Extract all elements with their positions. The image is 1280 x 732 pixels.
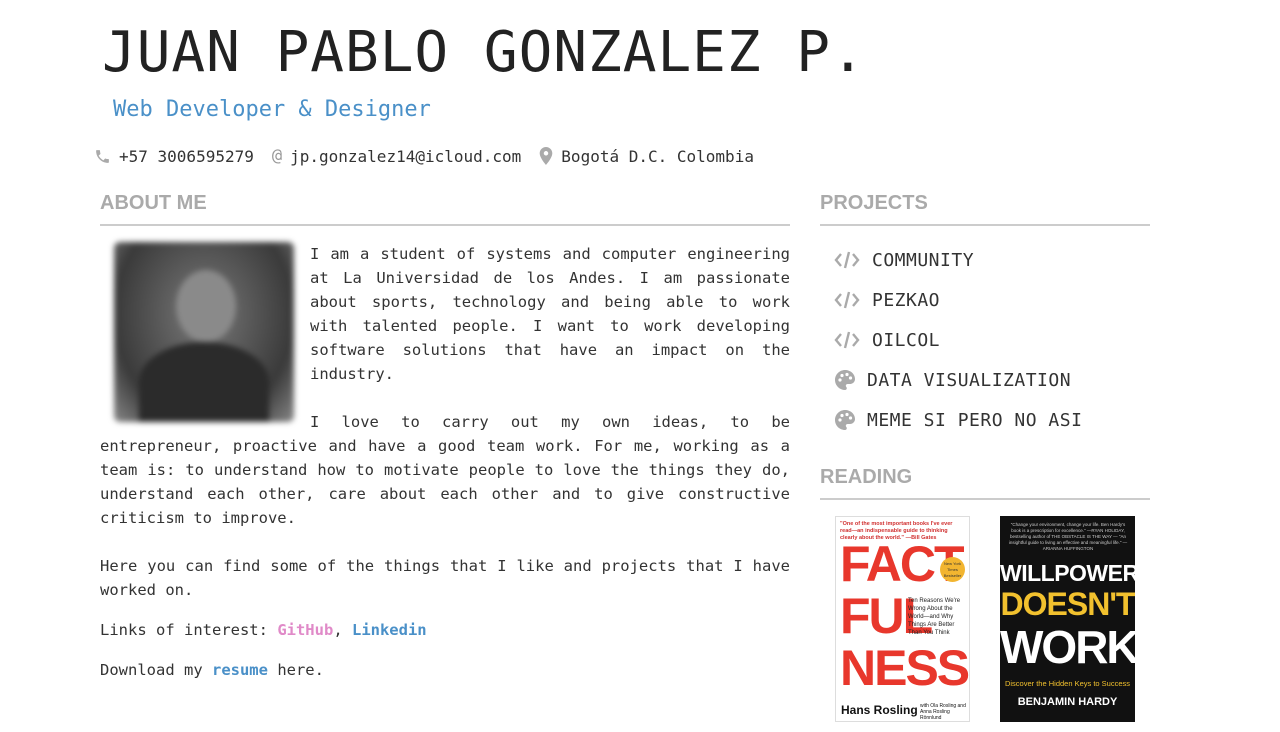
project-label: MEME SI PERO NO ASI: [867, 409, 1083, 431]
project-item-community[interactable]: COMMUNITY: [834, 240, 1154, 280]
at-icon: @: [271, 146, 283, 166]
phone-text: +57 3006595279: [119, 146, 254, 166]
linkedin-link[interactable]: Linkedin: [352, 621, 427, 639]
project-label: DATA VISUALIZATION: [867, 369, 1072, 391]
download-prefix: Download my: [100, 661, 212, 679]
map-marker-icon: [539, 147, 553, 165]
about-paragraph-2: I love to carry out my own ideas, to be …: [100, 413, 790, 527]
contact-email[interactable]: @ jp.gonzalez14@icloud.com: [272, 146, 521, 166]
profile-photo: [114, 242, 294, 422]
location-text: Bogotá D.C. Colombia: [561, 146, 754, 166]
palette-icon: [834, 369, 856, 391]
code-icon: [834, 250, 860, 270]
reading-section-title: READING: [820, 464, 1150, 500]
links-of-interest: Links of interest: GitHub, Linkedin: [100, 618, 427, 642]
github-link[interactable]: GitHub: [277, 621, 333, 639]
project-label: COMMUNITY: [872, 249, 975, 271]
project-item-data-visualization[interactable]: DATA VISUALIZATION: [834, 360, 1154, 400]
code-icon: [834, 330, 860, 350]
links-prefix: Links of interest:: [100, 621, 278, 639]
book-blurb: "Change your environment, change your li…: [1008, 522, 1128, 551]
about-text: I am a student of systems and computer e…: [100, 242, 790, 602]
project-item-pezkao[interactable]: PEZKAO: [834, 280, 1154, 320]
book-subtitle: Ten Reasons We're Wrong About the World—…: [908, 598, 961, 636]
project-item-meme[interactable]: MEME SI PERO NO ASI: [834, 400, 1154, 440]
page-title: JUAN PABLO GONZALEZ P.: [102, 20, 866, 85]
project-label: OILCOL: [872, 329, 941, 351]
book-author: Hans Rosling: [841, 703, 918, 717]
download-suffix: here.: [267, 661, 324, 679]
about-section-title: ABOUT ME: [100, 190, 790, 226]
about-paragraph-3: Here you can find some of the things tha…: [100, 557, 790, 599]
book-coauthors: with Ola Rosling and Anna Rosling Rönnlu…: [920, 703, 966, 721]
page-subtitle: Web Developer & Designer: [113, 97, 431, 122]
contact-phone[interactable]: +57 3006595279: [94, 147, 254, 166]
resume-link[interactable]: resume: [212, 661, 268, 679]
reading-books: "One of the most important books I've ev…: [835, 516, 1135, 722]
phone-icon: [94, 148, 111, 165]
code-icon: [834, 290, 860, 310]
email-text: jp.gonzalez14@icloud.com: [290, 146, 522, 166]
contact-location: Bogotá D.C. Colombia: [539, 147, 754, 166]
project-item-oilcol[interactable]: OILCOL: [834, 320, 1154, 360]
links-separator: ,: [333, 621, 352, 639]
palette-icon: [834, 409, 856, 431]
bestseller-badge: New York Times Bestseller: [940, 557, 965, 582]
projects-section-title: PROJECTS: [820, 190, 1150, 226]
book-willpower-doesnt-work[interactable]: "Change your environment, change your li…: [1000, 516, 1135, 722]
project-label: PEZKAO: [872, 289, 941, 311]
download-line: Download my resume here.: [100, 658, 324, 682]
book-author: BENJAMIN HARDY: [1017, 696, 1118, 708]
book-title-line: NESS: [840, 640, 969, 696]
projects-list: COMMUNITY PEZKAO OILCOL DATA VISUALIZATI…: [834, 240, 1154, 440]
book-title-line: WORK: [1000, 621, 1135, 673]
book-title-line: DOESN'T: [1000, 586, 1135, 622]
contact-bar: +57 3006595279 @ jp.gonzalez14@icloud.co…: [94, 145, 772, 167]
book-factfulness[interactable]: "One of the most important books I've ev…: [835, 516, 970, 722]
book-subtitle: Discover the Hidden Keys to Success: [1004, 679, 1131, 688]
book-title-line: WILLPOWER: [1000, 560, 1135, 586]
